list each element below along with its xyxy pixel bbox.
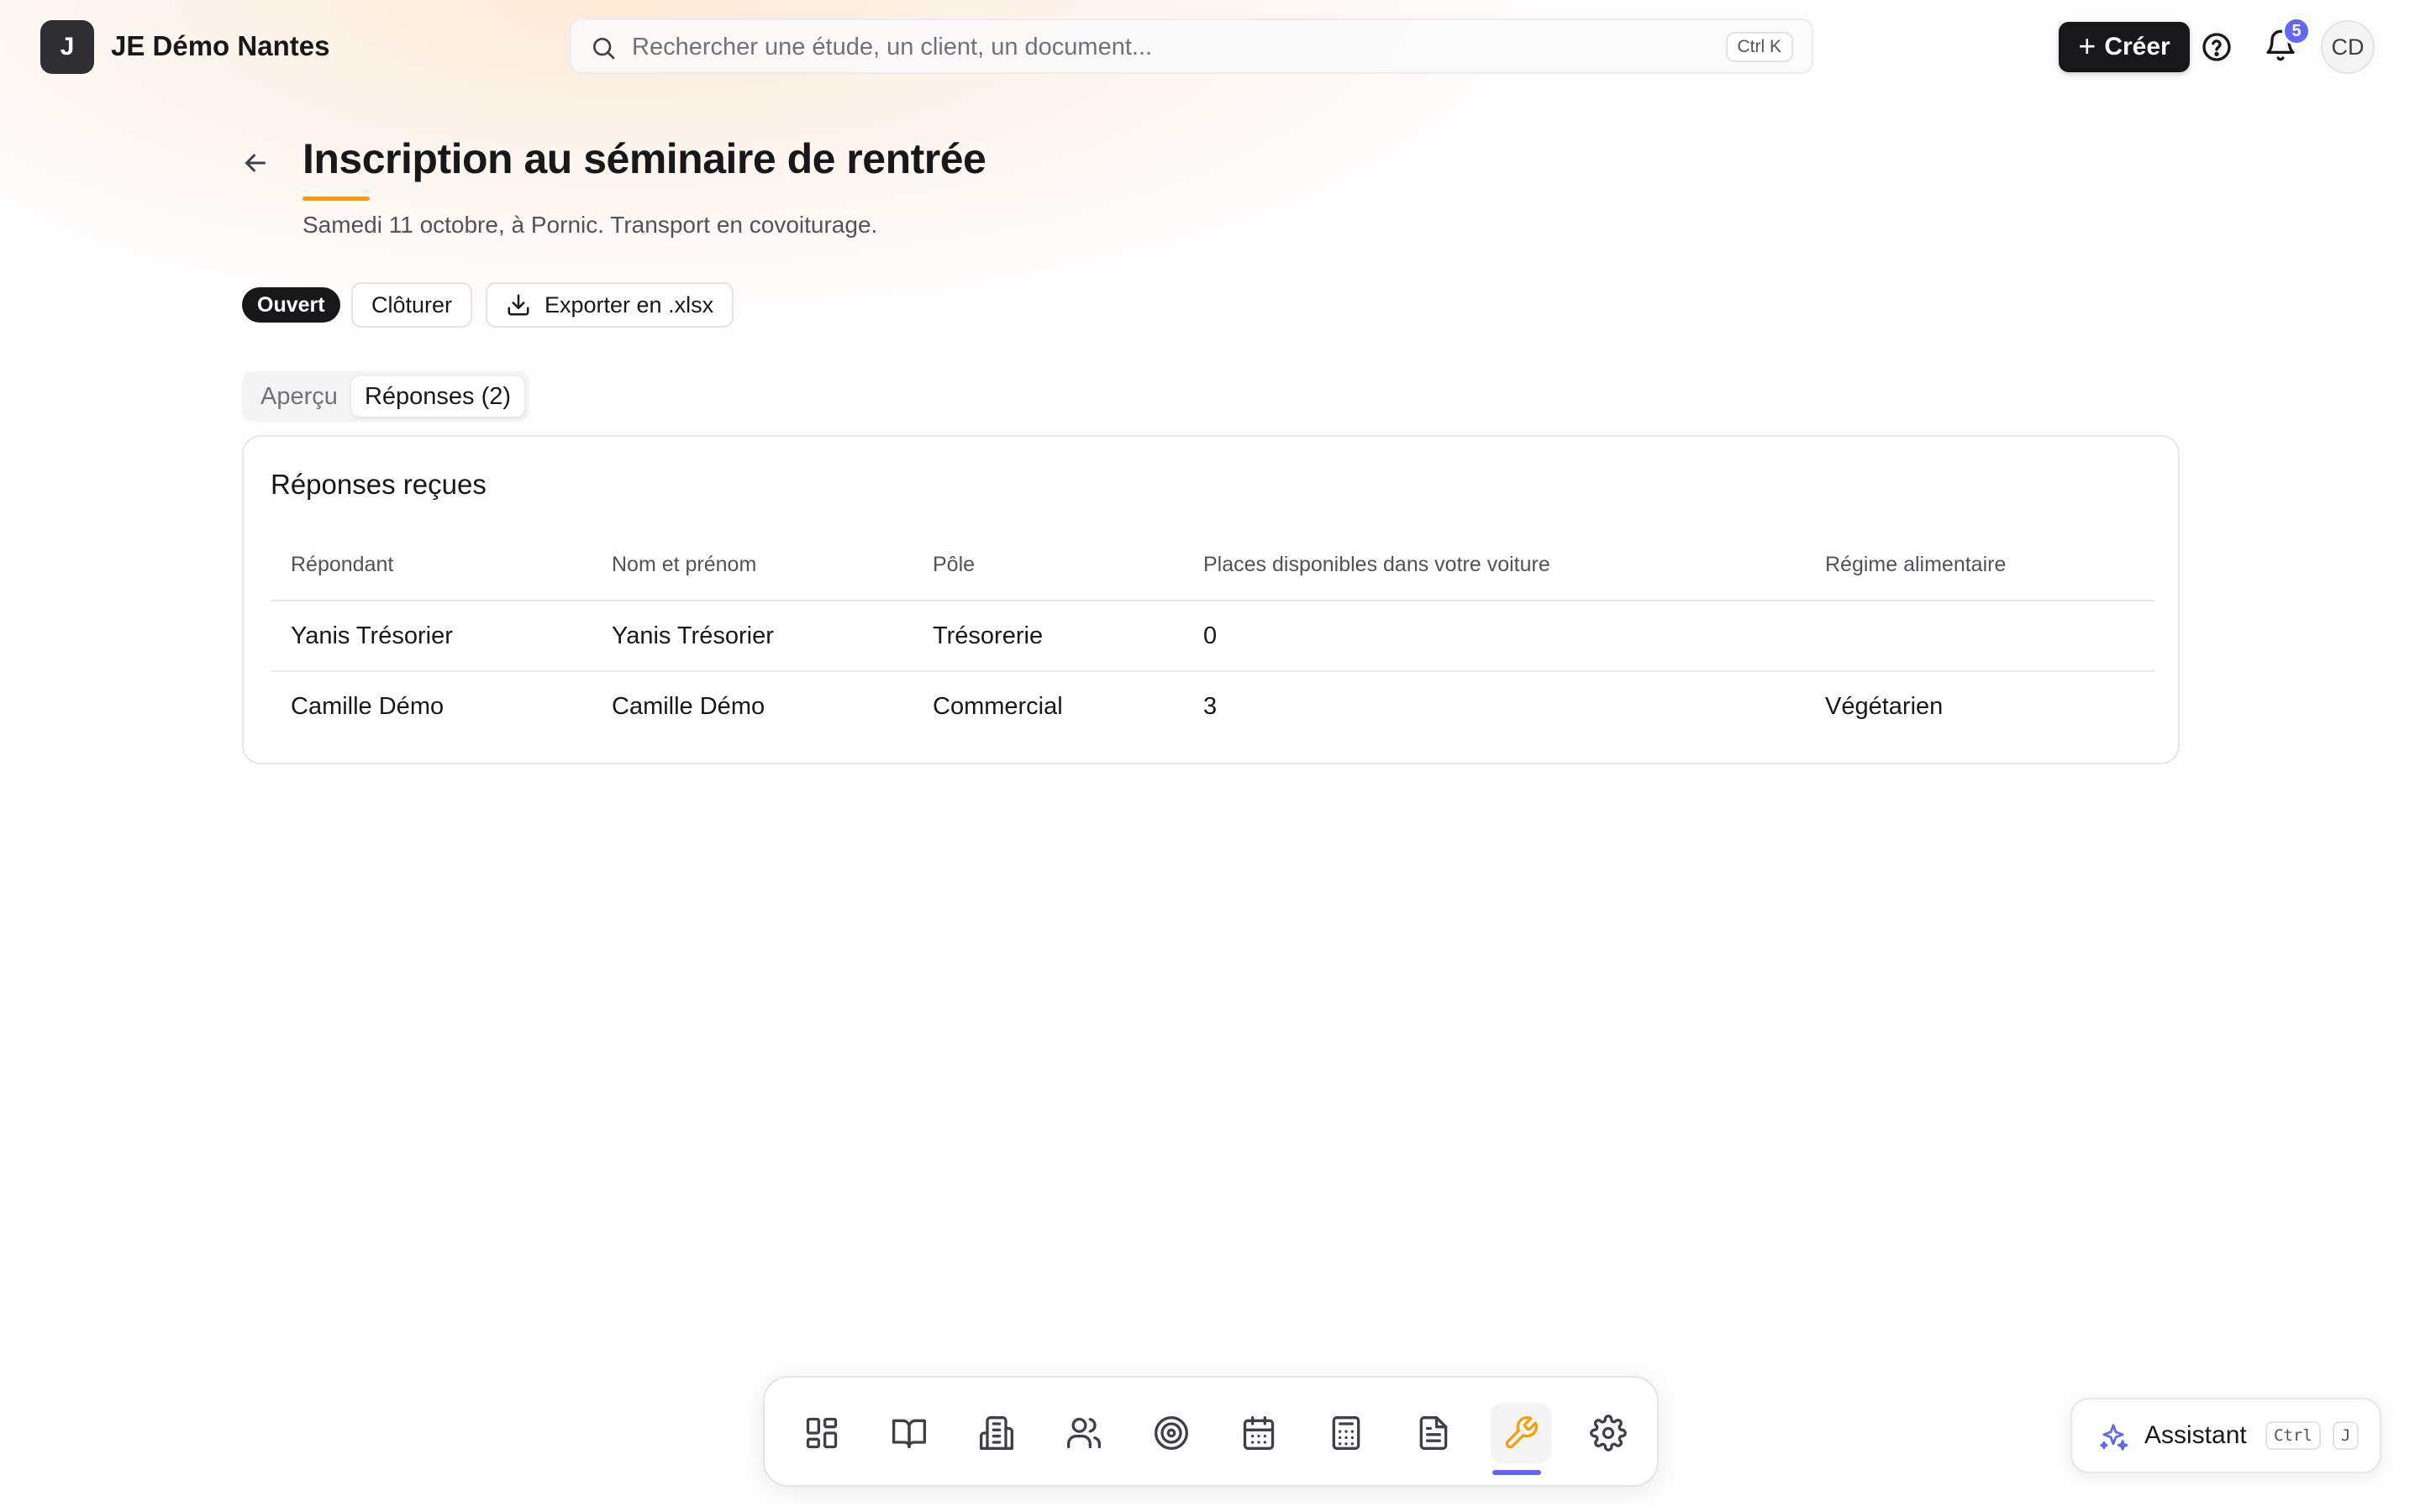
column-header[interactable]: Répondant: [291, 529, 393, 600]
calculator-icon: [1332, 1416, 1360, 1450]
tab-reponses[interactable]: Réponses (2): [351, 376, 524, 417]
table-cell: 3: [1203, 692, 1218, 720]
export-xlsx-button[interactable]: Exporter en .xlsx: [486, 282, 734, 328]
search-placeholder: Rechercher une étude, un client, un docu…: [632, 34, 1153, 60]
download-icon: [508, 294, 529, 316]
document-icon: [1419, 1416, 1448, 1450]
dock-dashboard[interactable]: [792, 1403, 852, 1463]
dock-document[interactable]: [1403, 1403, 1464, 1463]
org-logo[interactable]: J: [40, 20, 94, 74]
dock-building[interactable]: [966, 1403, 1027, 1463]
status-badge: Ouvert: [242, 287, 340, 323]
calendar-icon: [1243, 1416, 1275, 1450]
dock-tools[interactable]: [1491, 1403, 1551, 1463]
table-row[interactable]: Yanis Trésorier Yanis Trésorier Trésorer…: [271, 601, 2154, 672]
dock-settings[interactable]: [1578, 1403, 1639, 1463]
dock-users[interactable]: [1054, 1403, 1114, 1463]
sparkles-icon: [2100, 1424, 2128, 1451]
table-cell: Yanis Trésorier: [612, 622, 774, 649]
table-cell: Trésorerie: [933, 622, 1044, 649]
table-row[interactable]: Camille Démo Camille Démo Commercial 3 V…: [271, 672, 2154, 741]
search-input[interactable]: Rechercher une étude, un client, un docu…: [570, 18, 1813, 74]
bottom-dock: [763, 1376, 1659, 1487]
org-name[interactable]: JE Démo Nantes: [111, 30, 329, 62]
table-cell: 0: [1203, 622, 1218, 649]
table-cell: Camille Démo: [291, 692, 445, 720]
active-indicator: [1492, 1470, 1541, 1475]
page-subtitle: Samedi 11 octobre, à Pornic. Transport e…: [302, 212, 878, 238]
close-form-button[interactable]: Clôturer: [351, 282, 473, 328]
wrench-icon: [1505, 1416, 1538, 1449]
column-header[interactable]: Nom et prénom: [612, 529, 756, 600]
create-button[interactable]: + Créer: [2059, 22, 2190, 72]
book-icon: [892, 1419, 926, 1449]
table-cell: Yanis Trésorier: [291, 622, 453, 649]
responses-card: Réponses reçues Répondant Nom et prénom …: [242, 435, 2180, 764]
table-header: Répondant Nom et prénom Pôle Places disp…: [271, 529, 2154, 601]
gear-icon: [1590, 1415, 1627, 1452]
card-title: Réponses reçues: [271, 469, 487, 500]
dock-target[interactable]: [1141, 1403, 1202, 1463]
column-header[interactable]: Pôle: [933, 529, 975, 600]
export-xlsx-label: Exporter en .xlsx: [544, 291, 714, 318]
create-button-label: Créer: [2104, 33, 2170, 60]
search-icon: [593, 38, 615, 60]
assistant-label: Assistant: [2144, 1421, 2247, 1449]
close-form-label: Clôturer: [371, 291, 453, 318]
dock-calendar[interactable]: [1228, 1403, 1289, 1463]
dashboard-icon: [806, 1417, 838, 1449]
table-cell: Végétarien: [1825, 692, 1944, 720]
plus-icon: +: [2078, 28, 2096, 63]
table-cell: Camille Démo: [612, 692, 765, 720]
users-icon: [1067, 1417, 1101, 1449]
target-icon: [1155, 1416, 1188, 1450]
search-shortcut: Ctrl K: [1725, 32, 1793, 62]
notification-badge: 5: [2282, 17, 2311, 45]
table-cell: Commercial: [933, 692, 1063, 720]
title-underline: [302, 197, 370, 201]
back-arrow-icon[interactable]: [240, 148, 271, 178]
page-title: Inscription au séminaire de rentrée: [302, 135, 986, 182]
assistant-button[interactable]: Assistant Ctrl J: [2070, 1398, 2381, 1473]
dock-book[interactable]: [879, 1403, 939, 1463]
avatar[interactable]: CD: [2321, 20, 2375, 74]
top-bar: J JE Démo Nantes Rechercher une étude, u…: [0, 0, 2420, 94]
tab-apercu[interactable]: Aperçu: [260, 376, 338, 417]
help-icon[interactable]: [2200, 30, 2233, 64]
tab-list: Aperçu Réponses (2): [242, 371, 529, 422]
responses-table: Répondant Nom et prénom Pôle Places disp…: [271, 529, 2154, 741]
dock-calculator[interactable]: [1316, 1403, 1376, 1463]
column-header[interactable]: Places disponibles dans votre voiture: [1203, 529, 1550, 600]
building-icon: [980, 1416, 1013, 1450]
assistant-shortcut-key: Ctrl: [2265, 1421, 2321, 1450]
column-header[interactable]: Régime alimentaire: [1825, 529, 2006, 600]
assistant-shortcut-key: J: [2333, 1421, 2360, 1450]
